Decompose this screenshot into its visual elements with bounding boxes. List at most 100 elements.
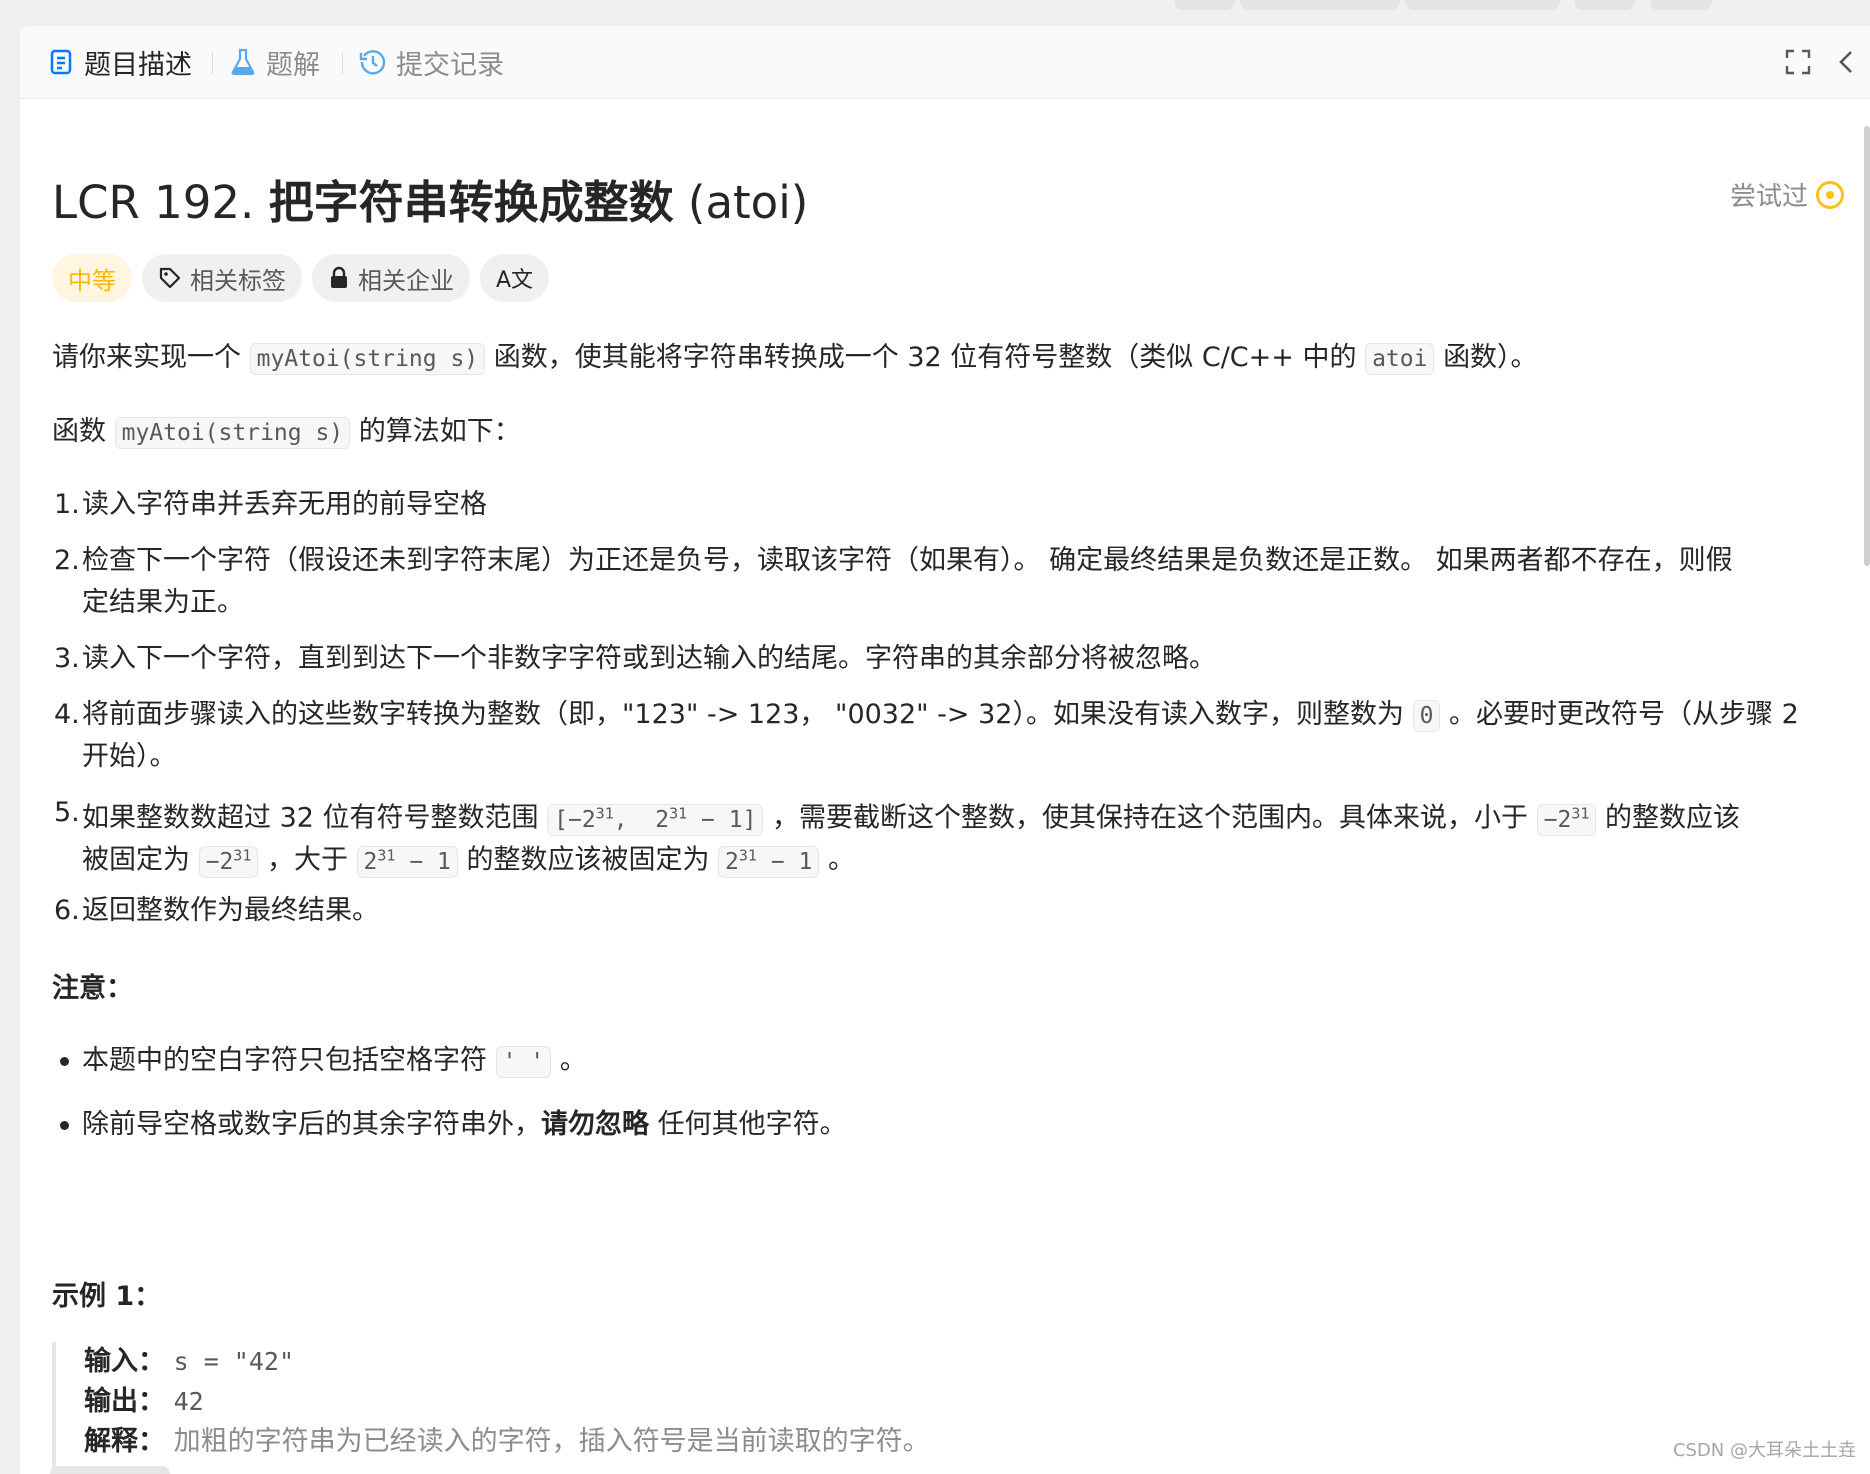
tab-label: 提交记录 — [396, 49, 504, 81]
text: 的算法如下： — [358, 416, 521, 447]
document-icon — [46, 47, 76, 77]
status-label: 尝试过 — [1729, 182, 1808, 212]
translate-button[interactable]: A文 — [480, 254, 550, 302]
fullscreen-icon[interactable] — [1782, 46, 1814, 78]
bullet-dot — [60, 1121, 69, 1130]
text: 如果整数数超过 32 位有符号整数范围 — [82, 802, 539, 834]
tab-label: 题目描述 — [84, 49, 192, 81]
inline-code-min: −231 — [1536, 803, 1597, 836]
example-output-row: 输出： 42 — [84, 1382, 930, 1422]
text: 。必要时更改符号（从步骤 2 — [1449, 699, 1799, 730]
inline-code: myAtoi(string s) — [249, 343, 486, 375]
example-input-row: 输入： s = "42" — [84, 1342, 930, 1382]
difficulty-badge[interactable]: 中等 — [52, 254, 132, 302]
tag-icon — [158, 266, 182, 290]
flask-icon — [228, 47, 258, 77]
text: 函数 — [52, 416, 106, 447]
text: 。 — [559, 1045, 587, 1076]
tag-row: 中等 相关标签 相关企业 A文 — [52, 254, 550, 302]
text: 。 — [827, 844, 855, 876]
text: 除前导空格或数字后的其余字符串外， — [82, 1109, 541, 1140]
text: ，大于 — [266, 844, 348, 876]
output-label: 输出： — [84, 1386, 165, 1417]
list-number: 3. — [54, 643, 80, 674]
inline-code: atoi — [1365, 343, 1435, 375]
list-text: 读入字符串并丢弃无用的前导空格 — [82, 489, 487, 520]
example-block: 输入： s = "42" 输出： 42 解释： 加粗的字符串为已经读入的字符，插… — [52, 1342, 930, 1472]
text: 请你来实现一个 — [52, 342, 241, 373]
inline-code-min: −231 — [198, 845, 259, 878]
list-text: 本题中的空白字符只包括空格字符 ' ' 。 — [82, 1040, 587, 1083]
text: 任何其他字符。 — [657, 1109, 847, 1140]
list-text: 读入下一个字符，直到到达下一个非数字字符或到达输入的结尾。字符串的其余部分将被忽… — [82, 643, 1216, 674]
input-value: s = "42" — [173, 1347, 295, 1376]
top-strip — [0, 0, 1870, 24]
history-icon — [358, 47, 388, 77]
tab-description[interactable]: 题目描述 — [46, 44, 192, 81]
lock-icon — [328, 266, 350, 290]
text: ，需要截断这个整数，使其保持在这个范围内。具体来说，小于 — [772, 802, 1529, 834]
related-companies-button[interactable]: 相关企业 — [312, 254, 470, 302]
bullet-dot — [60, 1057, 69, 1066]
tab-submissions[interactable]: 提交记录 — [358, 44, 504, 81]
list-number: 1. — [54, 489, 80, 520]
status-badge: 尝试过 — [1730, 176, 1844, 213]
top-tab-stub — [1575, 0, 1635, 10]
top-tab-stub — [1240, 0, 1400, 10]
text: 的整数应该 — [1604, 802, 1740, 834]
example-heading: 示例 1： — [52, 1281, 162, 1312]
output-value: 42 — [173, 1387, 204, 1416]
description-paragraph-2: 函数 myAtoi(string s) 的算法如下： — [52, 412, 521, 453]
top-tab-stub — [1650, 0, 1712, 10]
tab-divider — [212, 52, 213, 74]
explain-value: 加粗的字符串为已经读入的字符，插入符号是当前读取的字符。 — [173, 1426, 930, 1457]
related-tags-button[interactable]: 相关标签 — [142, 254, 302, 302]
text: 被固定为 — [82, 844, 190, 876]
list-text: 检查下一个字符（假设还未到字符末尾）为正还是负号，读取该字符（如果有）。 确定最… — [82, 545, 1733, 576]
text: 本题中的空白字符只包括空格字符 — [82, 1045, 487, 1076]
list-text: 开始）。 — [82, 741, 177, 772]
list-text: 被固定为 −231 ，大于 231 − 1 的整数应该被固定为 231 − 1 … — [82, 834, 855, 883]
inline-code: myAtoi(string s) — [114, 417, 351, 449]
attempted-icon — [1816, 180, 1844, 209]
description-paragraph-1: 请你来实现一个 myAtoi(string s) 函数，使其能将字符串转换成一个… — [52, 338, 1538, 379]
list-number: 2. — [54, 545, 80, 576]
inline-code-max: 231 − 1 — [718, 845, 820, 878]
list-number: 5. — [54, 797, 80, 828]
scrollbar[interactable] — [1864, 126, 1870, 566]
related-companies-label: 相关企业 — [358, 266, 454, 295]
list-number: 4. — [54, 699, 80, 730]
bold-text: 请勿忽略 — [541, 1109, 649, 1140]
input-label: 输入： — [84, 1346, 165, 1377]
translate-icon: A文 — [496, 268, 534, 293]
text: 函数，使其能将字符串转换成一个 32 位有符号整数（类似 C/C++ 中的 — [493, 342, 1357, 373]
list-text: 定结果为正。 — [82, 587, 244, 618]
list-number: 6. — [54, 895, 80, 926]
tab-bar: 题目描述 题解 提交记录 — [20, 26, 1870, 99]
text: 函数）。 — [1443, 342, 1538, 373]
note-heading: 注意： — [52, 973, 133, 1004]
tab-solutions[interactable]: 题解 — [228, 44, 320, 81]
inline-code: 0 — [1412, 700, 1441, 732]
top-tab-stub — [1175, 0, 1235, 10]
watermark: CSDN @大耳朵土土垚 — [1672, 1440, 1856, 1461]
text: 的整数应该被固定为 — [466, 844, 710, 876]
inline-code-range: [−231, 231 − 1] — [547, 803, 764, 836]
problem-title: LCR 192. 把字符串转换成整数 (atoi) — [52, 166, 808, 231]
top-tab-stub — [1405, 0, 1560, 10]
problem-title-en: (atoi) — [687, 176, 809, 229]
inline-code-max: 231 − 1 — [356, 845, 458, 878]
text: 将前面步骤读入的这些数字转换为整数（即，"123" -> 123， "0032"… — [82, 699, 1404, 730]
tab-label: 题解 — [266, 49, 320, 81]
related-tags-label: 相关标签 — [190, 266, 286, 295]
problem-id: LCR 192. — [52, 176, 255, 229]
list-text: 除前导空格或数字后的其余字符串外，请勿忽略 任何其他字符。 — [82, 1104, 847, 1146]
problem-panel: 题目描述 题解 提交记录 LCR 192. 把字符串转换成整数 (atoi) 尝… — [20, 26, 1870, 1474]
list-text: 将前面步骤读入的这些数字转换为整数（即，"123" -> 123， "0032"… — [82, 694, 1799, 737]
example-explain-row: 解释： 加粗的字符串为已经读入的字符，插入符号是当前读取的字符。 — [84, 1422, 930, 1462]
bottom-handle — [50, 1466, 170, 1474]
problem-title-cn: 把字符串转换成整数 — [268, 176, 674, 229]
chevron-left-icon[interactable] — [1830, 46, 1862, 78]
explain-label: 解释： — [84, 1426, 165, 1457]
inline-code: ' ' — [495, 1046, 552, 1078]
